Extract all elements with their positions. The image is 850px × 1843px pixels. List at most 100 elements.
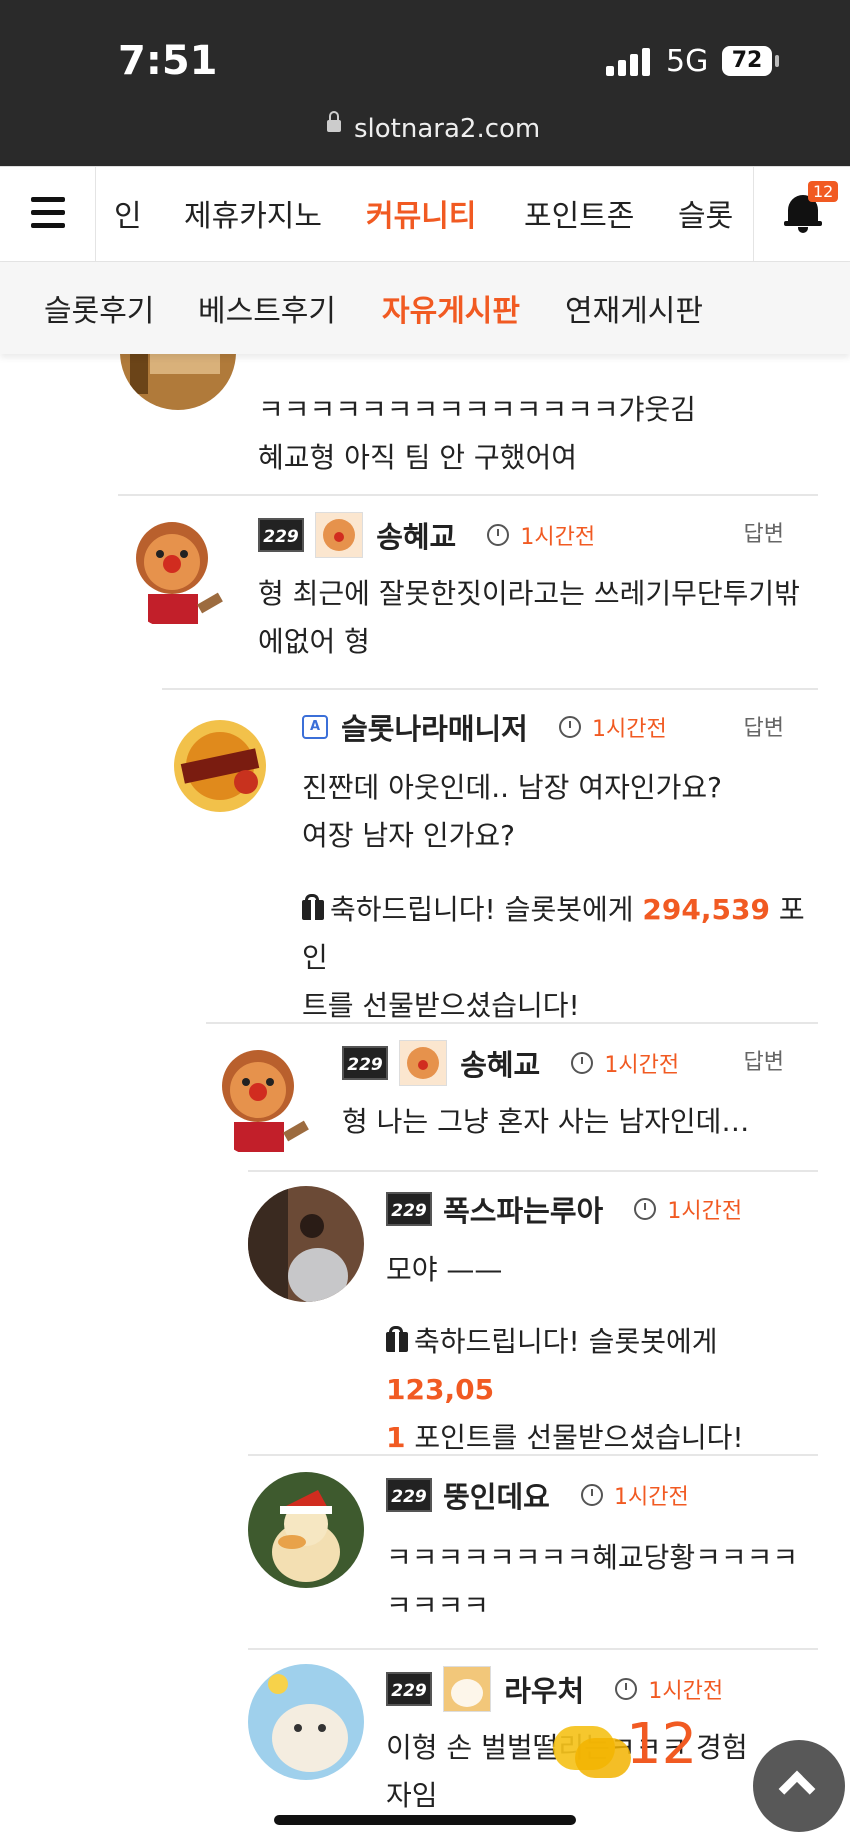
comment-time: 1시간전 <box>604 1053 680 1078</box>
user-icon <box>443 1666 492 1712</box>
comment-meta: 229 뚱인데요 1시간전 <box>386 1474 689 1518</box>
comment-time: 1시간전 <box>667 1199 743 1224</box>
gift-icon <box>386 1326 408 1352</box>
username[interactable]: 폭스파는루아 <box>443 1188 603 1230</box>
comment-text: 형 최근에 잘못한짓이라고는 쓰레기무단투기밖 에없어 형 <box>258 570 800 666</box>
comment-line: 형 나는 그냥 혼자 사는 남자인데… <box>342 1105 750 1138</box>
comment-meta: 229 송혜교 1시간전 <box>342 1040 680 1086</box>
level-badge: 229 <box>258 518 304 552</box>
gift-points: 1 <box>386 1421 406 1454</box>
comment-list: ㅋㅋㅋㅋㅋㅋㅋㅋㅋㅋㅋㅋㅋㅋ갸웃김 혜교형 아직 팀 안 구했어여 229 송혜… <box>0 354 850 1843</box>
nav-item-login[interactable]: 인 <box>114 191 142 235</box>
gift-text: 축하드립니다! 슬롯봇에게 <box>330 893 643 926</box>
avatar[interactable] <box>206 1042 322 1158</box>
battery-icon: 72 <box>722 46 779 76</box>
gift-notice: 축하드립니다! 슬롯봇에게 123,05 1 포인트를 선물받으셨습니다! <box>386 1318 818 1462</box>
gift-icon <box>302 894 324 920</box>
comment-item: A 슬롯나라매니저 1시간전 답변 진짠데 아웃인데.. 남장 여자인가요? 여… <box>162 688 818 1022</box>
gift-points: 294,539 <box>642 893 770 926</box>
chat-count[interactable]: 12 <box>626 1712 697 1777</box>
comment-meta: 229 라우처 1시간전 <box>386 1666 724 1712</box>
clock-icon <box>615 1678 638 1700</box>
reply-button[interactable]: 답변 <box>744 516 784 548</box>
nav-item-slot[interactable]: 슬롯 <box>678 191 733 235</box>
signal-icon <box>606 48 650 76</box>
avatar[interactable] <box>248 1186 364 1302</box>
url-text[interactable]: slotnara2.com <box>354 114 540 144</box>
comment-line: ㅋㅋㅋㅋㅋㅋㅋㅋㅋㅋㅋㅋㅋㅋ갸웃김 <box>258 393 696 426</box>
clock-icon <box>571 1052 594 1074</box>
username[interactable]: 슬롯나라매니저 <box>341 706 528 748</box>
comment-item: 229 송혜교 1시간전 답변 형 나는 그냥 혼자 사는 남자인데… <box>206 1022 818 1174</box>
nav-item-point-zone[interactable]: 포인트존 <box>524 191 634 235</box>
reply-button[interactable]: 답변 <box>744 710 784 742</box>
comment-line: 형 최근에 잘못한짓이라고는 쓰레기무단투기밖 <box>258 577 800 610</box>
username[interactable]: 송혜교 <box>376 514 456 556</box>
username[interactable]: 라우처 <box>504 1668 584 1710</box>
comment-line: 모야 —— <box>386 1253 503 1286</box>
comment-line: 진짠데 아웃인데.. 남장 여자인가요? <box>302 771 723 804</box>
reply-button[interactable]: 답변 <box>744 1044 784 1076</box>
clock-icon <box>634 1198 657 1220</box>
avatar[interactable] <box>162 708 278 824</box>
lock-icon <box>327 111 341 132</box>
avatar[interactable] <box>248 1472 364 1588</box>
comment-meta: 229 폭스파는루아 1시간전 <box>386 1188 742 1232</box>
nav-item-partner-casino[interactable]: 제휴카지노 <box>184 191 322 235</box>
chevron-up-icon[interactable] <box>753 1740 845 1832</box>
comment-text: ㅋㅋㅋㅋㅋㅋㅋㅋ혜교당황ㅋㅋㅋㅋ ㅋㅋㅋㅋ <box>386 1534 798 1630</box>
comment-item: 229 송혜교 1시간전 답변 형 최근에 잘못한짓이라고는 쓰레기무단투기밖 … <box>118 494 818 686</box>
comment-line: ㅋㅋㅋㅋ <box>386 1589 490 1622</box>
comment-time: 1시간전 <box>648 1679 724 1704</box>
home-indicator <box>274 1815 576 1825</box>
comment-text: 모야 —— <box>386 1246 502 1294</box>
gift-points: 123,05 <box>386 1373 495 1406</box>
gift-text: 축하드립니다! 슬롯봇에게 <box>414 1325 718 1358</box>
network-type: 5G <box>666 44 709 79</box>
address-bar[interactable]: slotnara2.com <box>0 100 850 166</box>
comment-line: ㅋㅋㅋㅋㅋㅋㅋㅋ혜교당황ㅋㅋㅋㅋ <box>386 1541 799 1574</box>
level-badge: 229 <box>342 1046 388 1080</box>
user-icon <box>315 512 364 558</box>
comment-item: 229 폭스파는루아 1시간전 모야 —— 축하드립니다! 슬롯봇에게 123,… <box>248 1170 818 1462</box>
comment-text: 형 나는 그냥 혼자 사는 남자인데… <box>342 1098 749 1146</box>
main-nav: 인 제휴카지노 커뮤니티 포인트존 슬롯 <box>0 166 850 263</box>
tab-slot-review[interactable]: 슬롯후기 <box>44 286 154 330</box>
avatar[interactable] <box>120 514 236 630</box>
comment-meta: 229 송혜교 1시간전 <box>258 512 596 558</box>
gift-notice: 축하드립니다! 슬롯봇에게 294,539 포인 트를 선물받으셨습니다! <box>302 886 818 1030</box>
nav-items: 인 제휴카지노 커뮤니티 포인트존 슬롯 <box>96 167 753 261</box>
tab-best-review[interactable]: 베스트후기 <box>198 286 336 330</box>
level-badge: 229 <box>386 1192 432 1226</box>
status-time: 7:51 <box>118 38 218 84</box>
tab-serial-board[interactable]: 연재게시판 <box>565 286 703 330</box>
comment-time: 1시간전 <box>592 717 667 742</box>
username[interactable]: 송혜교 <box>460 1042 540 1084</box>
clock-icon <box>558 716 581 738</box>
notification-badge: 12 <box>808 181 839 202</box>
comment-line: 에없어 형 <box>258 625 370 658</box>
comment-item: 229 라우처 1시간전 이형 손 벌벌떨리는ㅋㅋㅋ 경험 자임 <box>248 1648 818 1843</box>
level-badge: 229 <box>386 1478 432 1512</box>
nav-item-community[interactable]: 커뮤니티 <box>366 191 476 235</box>
level-badge: 229 <box>386 1672 432 1706</box>
comment-line: 혜교형 아직 팀 안 구했어여 <box>258 441 577 474</box>
comment-text: 진짠데 아웃인데.. 남장 여자인가요? 여장 남자 인가요? <box>302 764 722 860</box>
clock-icon <box>487 524 510 546</box>
comment-text: ㅋㅋㅋㅋㅋㅋㅋㅋㅋㅋㅋㅋㅋㅋ갸웃김 혜교형 아직 팀 안 구했어여 <box>258 386 696 482</box>
comment-time: 1시간전 <box>614 1485 689 1510</box>
avatar[interactable] <box>248 1664 364 1780</box>
comment-line: 여장 남자 인가요? <box>302 819 515 852</box>
avatar[interactable] <box>120 354 236 410</box>
tab-free-board[interactable]: 자유게시판 <box>382 286 520 330</box>
clock-icon <box>580 1484 603 1506</box>
sub-nav: 슬롯후기 베스트후기 자유게시판 연재게시판 <box>0 262 850 354</box>
gift-text: 포인트를 선물받으셨습니다! <box>405 1421 744 1454</box>
username[interactable]: 뚱인데요 <box>443 1474 550 1516</box>
user-icon <box>399 1040 448 1086</box>
comment-meta: A 슬롯나라매니저 1시간전 <box>302 706 667 750</box>
manager-badge: A <box>302 715 328 739</box>
comment-time: 1시간전 <box>520 525 596 550</box>
menu-icon[interactable] <box>0 167 96 261</box>
comment-item: 229 뚱인데요 1시간전 ㅋㅋㅋㅋㅋㅋㅋㅋ혜교당황ㅋㅋㅋㅋ ㅋㅋㅋㅋ <box>248 1454 818 1646</box>
